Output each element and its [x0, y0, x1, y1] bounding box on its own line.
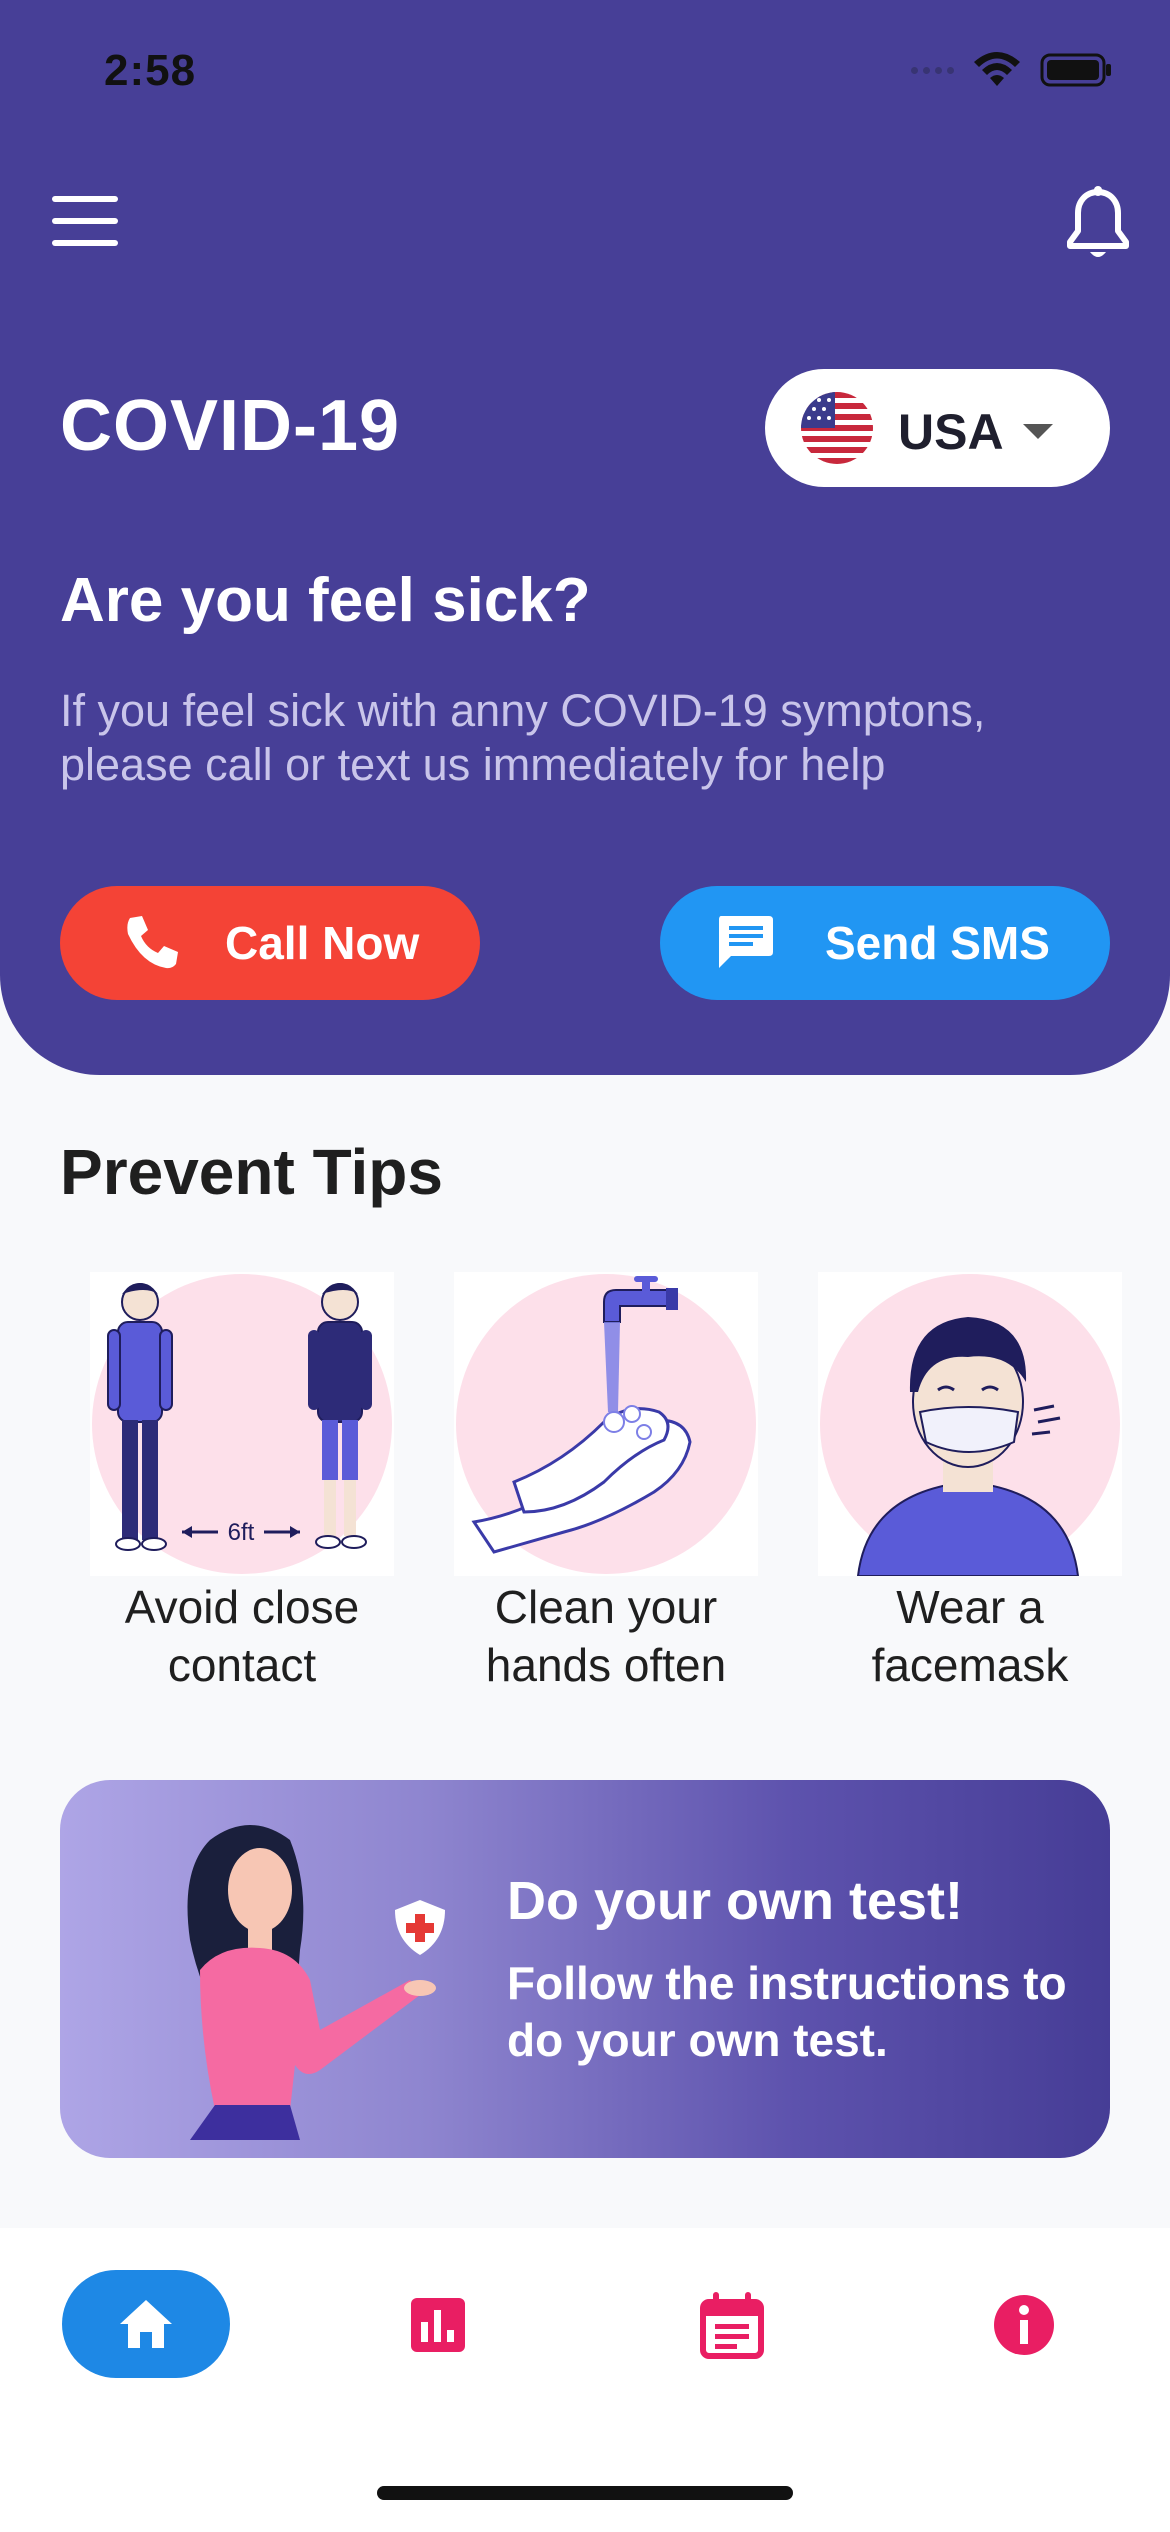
chevron-down-icon	[1023, 424, 1053, 439]
tip-label: Avoid close contact	[124, 1581, 360, 1691]
own-test-card[interactable]: Do your own test! Follow the instruction…	[60, 1780, 1110, 2158]
status-time: 2:58	[104, 46, 197, 95]
tip-clean-hands[interactable]: Clean your hands often	[454, 1272, 758, 1694]
prevent-tips-title: Prevent Tips	[60, 1136, 443, 1208]
menu-icon[interactable]	[52, 196, 118, 246]
header-panel: 2:58 COVID-19 USA Are you feel sick? If …	[0, 0, 1170, 1075]
country-dropdown[interactable]: USA	[765, 369, 1110, 487]
country-label: USA	[898, 404, 1004, 460]
battery-icon	[1040, 53, 1111, 87]
screen: 2:58 COVID-19 USA Are you feel sick? If …	[0, 0, 1170, 2532]
test-card-description: Follow the instructions to do your own t…	[507, 1957, 1067, 2066]
tip-label: Wear a facemask	[871, 1581, 1069, 1691]
wifi-icon	[974, 52, 1020, 86]
tip-label: Clean your hands often	[485, 1581, 727, 1691]
message-icon	[719, 916, 773, 968]
calendar-icon[interactable]	[697, 2290, 767, 2360]
signal-icon	[911, 66, 954, 74]
nav-home-button[interactable]	[62, 2270, 230, 2378]
status-icons	[911, 52, 1114, 88]
send-sms-button[interactable]: Send SMS	[660, 886, 1110, 1000]
sick-description: If you feel sick with anny COVID-19 symp…	[60, 685, 986, 790]
distance-label: 6ft	[228, 1519, 255, 1546]
hand-washing-illustration	[454, 1272, 758, 1576]
social-distance-illustration: 6ft	[90, 1272, 394, 1576]
sick-question: Are you feel sick?	[60, 566, 591, 635]
tip-wear-facemask[interactable]: Wear a facemask	[818, 1272, 1122, 1694]
phone-icon	[127, 916, 178, 969]
woman-with-shield-illustration	[187, 1825, 445, 2140]
call-now-label: Call Now	[225, 917, 420, 969]
send-sms-label: Send SMS	[825, 917, 1050, 969]
facemask-illustration	[818, 1272, 1122, 1576]
home-icon	[120, 2300, 172, 2348]
statistics-icon[interactable]	[403, 2290, 473, 2360]
app-title: COVID-19	[60, 386, 401, 466]
bell-icon[interactable]	[1064, 186, 1132, 262]
tip-avoid-close-contact[interactable]: 6ft Avoid close contact	[90, 1272, 394, 1694]
call-now-button[interactable]: Call Now	[60, 886, 480, 1000]
home-indicator	[377, 2486, 793, 2500]
us-flag-icon	[801, 392, 873, 464]
info-icon[interactable]	[989, 2290, 1059, 2360]
test-card-title: Do your own test!	[507, 1871, 963, 1931]
